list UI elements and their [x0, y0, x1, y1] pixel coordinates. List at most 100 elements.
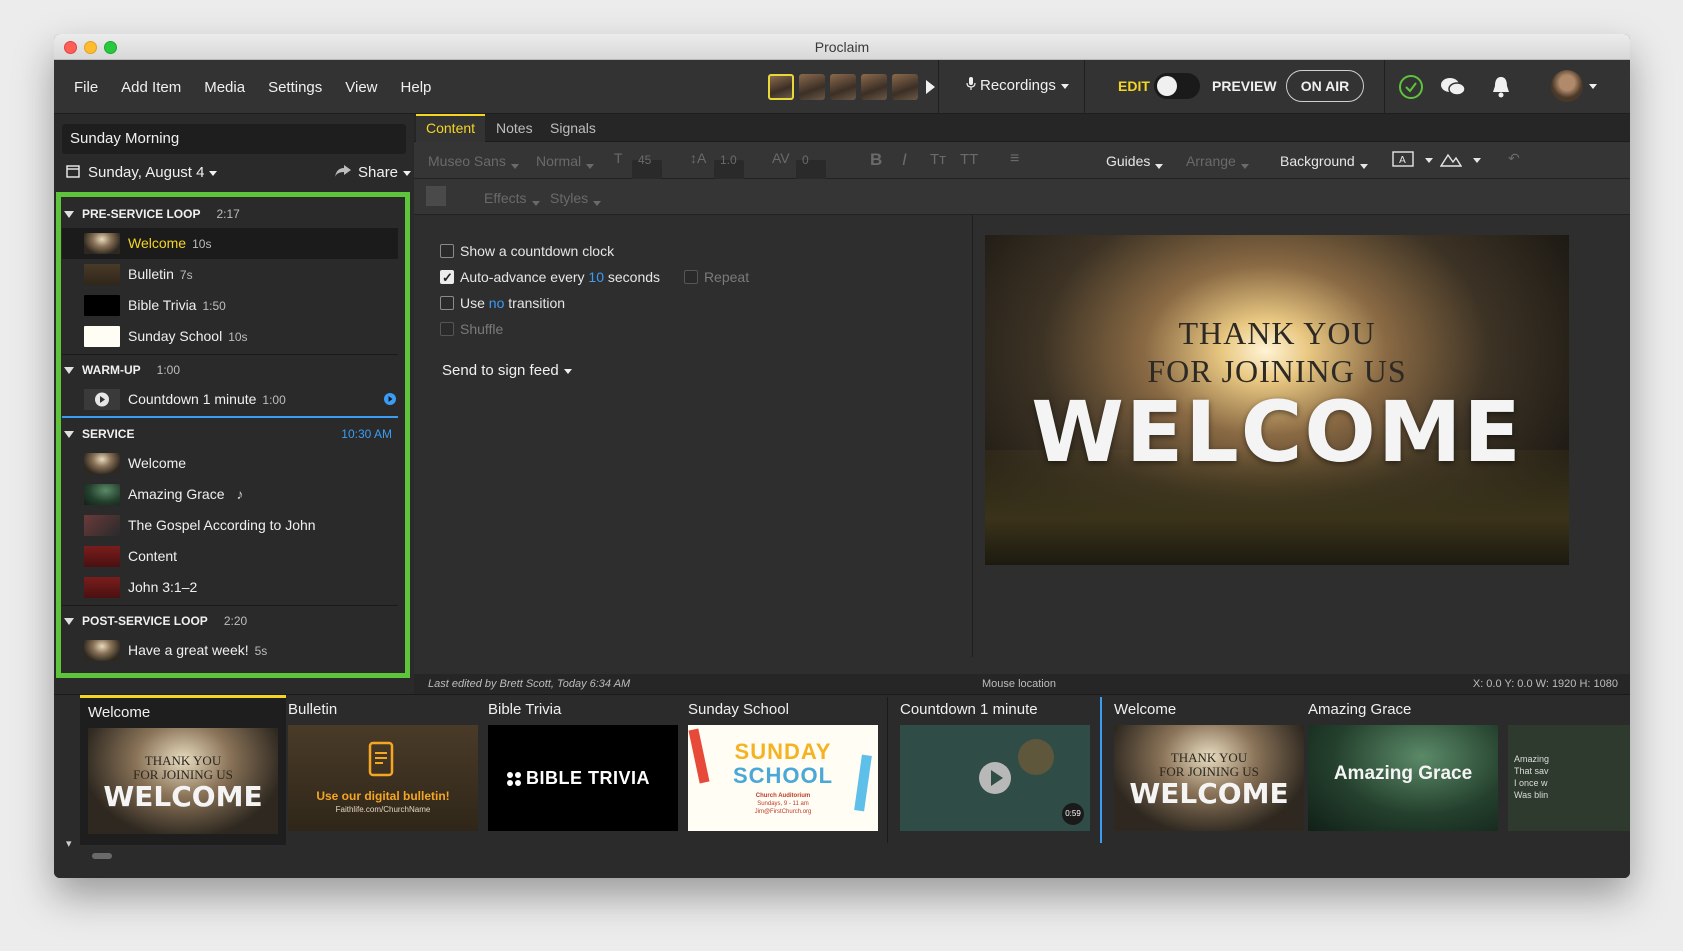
- background-dropdown[interactable]: Background: [1280, 153, 1368, 169]
- chat-icon[interactable]: [1440, 74, 1466, 100]
- list-item[interactable]: The Gospel According to John: [62, 510, 398, 541]
- transition-value[interactable]: no: [489, 295, 505, 311]
- slide-text-headline[interactable]: WELCOME: [985, 383, 1569, 481]
- slide-text-line1[interactable]: THANK YOU: [985, 315, 1569, 352]
- repeat-label: Repeat: [703, 269, 750, 285]
- tab-content[interactable]: Content: [416, 114, 486, 142]
- chevron-down-icon[interactable]: [1425, 158, 1433, 163]
- chevron-down-icon[interactable]: [1589, 84, 1597, 89]
- font-weight-select[interactable]: Normal: [536, 153, 595, 169]
- menu-add-item[interactable]: Add Item: [121, 79, 181, 96]
- collapse-triangle-icon[interactable]: [64, 618, 74, 625]
- list-item[interactable]: Welcome 10s: [62, 228, 398, 259]
- section-header-pre-service[interactable]: PRE-SERVICE LOOP 2:17: [62, 200, 398, 228]
- thumb-text: Church Auditorium: [755, 793, 811, 799]
- filmstrip-scrollbar[interactable]: [92, 853, 112, 859]
- send-to-sign-feed-dropdown[interactable]: Send to sign feed: [442, 362, 572, 379]
- color-swatch[interactable]: [426, 186, 446, 206]
- advance-seconds-value[interactable]: 10: [588, 269, 604, 285]
- notification-bell-icon[interactable]: [1488, 74, 1514, 100]
- tab-signals[interactable]: Signals: [540, 114, 606, 142]
- list-item[interactable]: Have a great week! 5s: [62, 635, 398, 666]
- menu-file[interactable]: File: [74, 79, 98, 96]
- all-caps-icon[interactable]: TT: [960, 151, 978, 168]
- text-format-toolbar: Museo Sans Normal T 45 ↕A 1.0 AV 0 B I T…: [414, 142, 1630, 180]
- chevron-down-icon[interactable]: ▾: [66, 837, 72, 850]
- on-air-button[interactable]: ON AIR: [1286, 70, 1364, 102]
- chevron-down-icon: [586, 164, 595, 169]
- section-header-warm-up[interactable]: WARM-UP 1:00: [62, 356, 398, 384]
- transition-checkbox[interactable]: [440, 296, 454, 310]
- play-icon[interactable]: [926, 80, 935, 94]
- filmstrip-item[interactable]: Amazing Grace Amazing Grace: [1300, 695, 1506, 845]
- countdown-checkbox[interactable]: [440, 244, 454, 258]
- effects-dropdown[interactable]: Effects: [484, 190, 540, 206]
- menu-view[interactable]: View: [345, 79, 377, 96]
- filmstrip-item[interactable]: Countdown 1 minute 0:59: [892, 695, 1098, 845]
- menu-media[interactable]: Media: [204, 79, 245, 96]
- small-caps-icon[interactable]: Tт: [930, 151, 946, 168]
- list-item[interactable]: Bible Trivia 1:50: [62, 290, 398, 321]
- menu-help[interactable]: Help: [401, 79, 432, 96]
- service-name-field[interactable]: Sunday Morning: [62, 124, 406, 154]
- item-duration: 7s: [179, 268, 193, 282]
- presenter-avatar[interactable]: [830, 74, 856, 100]
- sync-status-check-icon[interactable]: [1398, 74, 1424, 100]
- option-label: Auto-advance every: [460, 269, 585, 285]
- section-header-post-service[interactable]: POST-SERVICE LOOP 2:20: [62, 607, 398, 635]
- filmstrip-item[interactable]: Sunday School SUNDAY SCHOOL Church Audit…: [680, 695, 886, 845]
- list-item[interactable]: Countdown 1 minute 1:00: [62, 384, 398, 415]
- filmstrip-item[interactable]: Welcome THANK YOU FOR JOINING US WELCOME: [1106, 695, 1312, 845]
- bold-icon[interactable]: B: [870, 150, 882, 170]
- menu-settings[interactable]: Settings: [268, 79, 322, 96]
- collapse-triangle-icon[interactable]: [64, 367, 74, 374]
- maximize-window-button[interactable]: [104, 41, 117, 54]
- list-item[interactable]: Content: [62, 541, 398, 572]
- text-box-icon[interactable]: A: [1392, 150, 1414, 171]
- section-divider: [62, 605, 398, 606]
- font-family-select[interactable]: Museo Sans: [428, 153, 519, 169]
- list-item[interactable]: Sunday School 10s: [62, 321, 398, 352]
- recordings-dropdown[interactable]: Recordings: [966, 77, 1069, 94]
- list-item[interactable]: Bulletin 7s: [62, 259, 398, 290]
- repeat-checkbox[interactable]: [684, 270, 698, 284]
- minimize-window-button[interactable]: [84, 41, 97, 54]
- filmstrip-item[interactable]: Welcome THANK YOU FOR JOINING US WELCOME: [80, 695, 286, 845]
- italic-icon[interactable]: I: [902, 150, 907, 170]
- guides-dropdown[interactable]: Guides: [1106, 153, 1164, 169]
- line-height-value: 1.0: [720, 153, 737, 167]
- user-avatar[interactable]: [1551, 70, 1583, 102]
- presenter-avatar[interactable]: [799, 74, 825, 100]
- slide-canvas[interactable]: THANK YOU FOR JOINING US WELCOME: [985, 235, 1569, 565]
- filmstrip-item[interactable]: Bulletin Use our digital bulletin! Faith…: [280, 695, 486, 845]
- filmstrip-item[interactable]: Bible Trivia BIBLE TRIVIA: [480, 695, 686, 845]
- image-icon[interactable]: [1439, 150, 1463, 171]
- slide-preview-pane: THANK YOU FOR JOINING US WELCOME: [972, 215, 1630, 657]
- service-date-dropdown[interactable]: Sunday, August 4: [66, 164, 218, 181]
- list-item[interactable]: John 3:1–2: [62, 572, 398, 603]
- item-thumbnail: [84, 295, 120, 316]
- toolbar-divider: [1384, 60, 1385, 114]
- list-item[interactable]: Welcome: [62, 448, 398, 479]
- undo-icon[interactable]: ↶: [1508, 150, 1520, 167]
- tab-notes[interactable]: Notes: [486, 114, 543, 142]
- close-window-button[interactable]: [64, 41, 77, 54]
- share-button[interactable]: Share: [334, 164, 412, 181]
- section-header-service[interactable]: SERVICE 10:30 AM: [62, 420, 398, 448]
- collapse-triangle-icon[interactable]: [64, 211, 74, 218]
- collapse-triangle-icon[interactable]: [64, 431, 74, 438]
- editor-tabs: Content Notes Signals: [414, 114, 1630, 142]
- arrange-dropdown[interactable]: Arrange: [1186, 153, 1249, 169]
- presenter-avatar[interactable]: [861, 74, 887, 100]
- filmstrip-item[interactable]: Amazing That sav I once w Was blin: [1500, 695, 1630, 845]
- styles-dropdown[interactable]: Styles: [550, 190, 602, 206]
- shuffle-checkbox[interactable]: [440, 322, 454, 336]
- text-align-icon[interactable]: ≡: [1010, 150, 1019, 168]
- list-item[interactable]: Amazing Grace ♪: [62, 479, 398, 510]
- edit-preview-toggle[interactable]: [1154, 73, 1200, 99]
- auto-advance-checkbox[interactable]: [440, 265, 454, 291]
- presenter-avatar[interactable]: [768, 74, 794, 100]
- chevron-down-icon[interactable]: [1473, 158, 1481, 163]
- item-label: Bulletin: [128, 266, 174, 282]
- presenter-avatar[interactable]: [892, 74, 918, 100]
